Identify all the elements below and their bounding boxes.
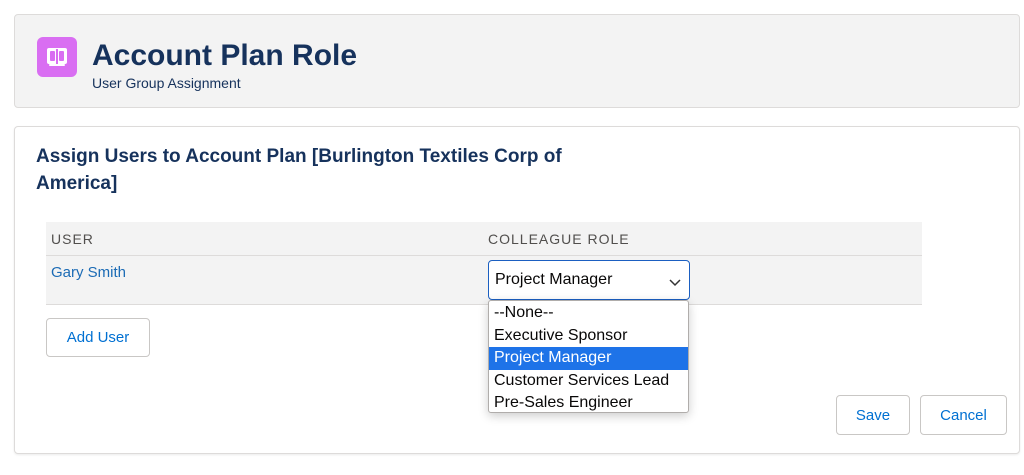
book-icon [37, 37, 77, 77]
cancel-button[interactable]: Cancel [920, 395, 1007, 435]
role-option-project-manager[interactable]: Project Manager [489, 347, 688, 370]
role-option-customer-services-lead[interactable]: Customer Services Lead [489, 370, 688, 393]
table-header: USER COLLEAGUE ROLE [46, 222, 922, 256]
role-option-executive-sponsor[interactable]: Executive Sponsor [489, 325, 688, 348]
column-header-colleague-role: COLLEAGUE ROLE [488, 231, 630, 247]
table-row: Gary Smith Project Manager [46, 256, 922, 305]
chevron-down-icon [669, 274, 681, 292]
user-link[interactable]: Gary Smith [51, 264, 126, 281]
add-user-button[interactable]: Add User [46, 318, 150, 357]
page-subtitle: User Group Assignment [92, 75, 241, 91]
page-header: Account Plan Role User Group Assignment [14, 14, 1020, 108]
card-title: Assign Users to Account Plan [Burlington… [36, 146, 562, 194]
save-button[interactable]: Save [836, 395, 910, 435]
role-dropdown-list[interactable]: --None-- Executive Sponsor Project Manag… [488, 300, 689, 413]
column-header-user: USER [51, 231, 94, 247]
page-title: Account Plan Role [92, 39, 358, 72]
role-select-value: Project Manager [495, 271, 613, 288]
role-option-none[interactable]: --None-- [489, 302, 688, 325]
role-option-pre-sales-engineer[interactable]: Pre-Sales Engineer [489, 392, 688, 415]
colleague-role-select[interactable]: Project Manager [488, 260, 690, 300]
